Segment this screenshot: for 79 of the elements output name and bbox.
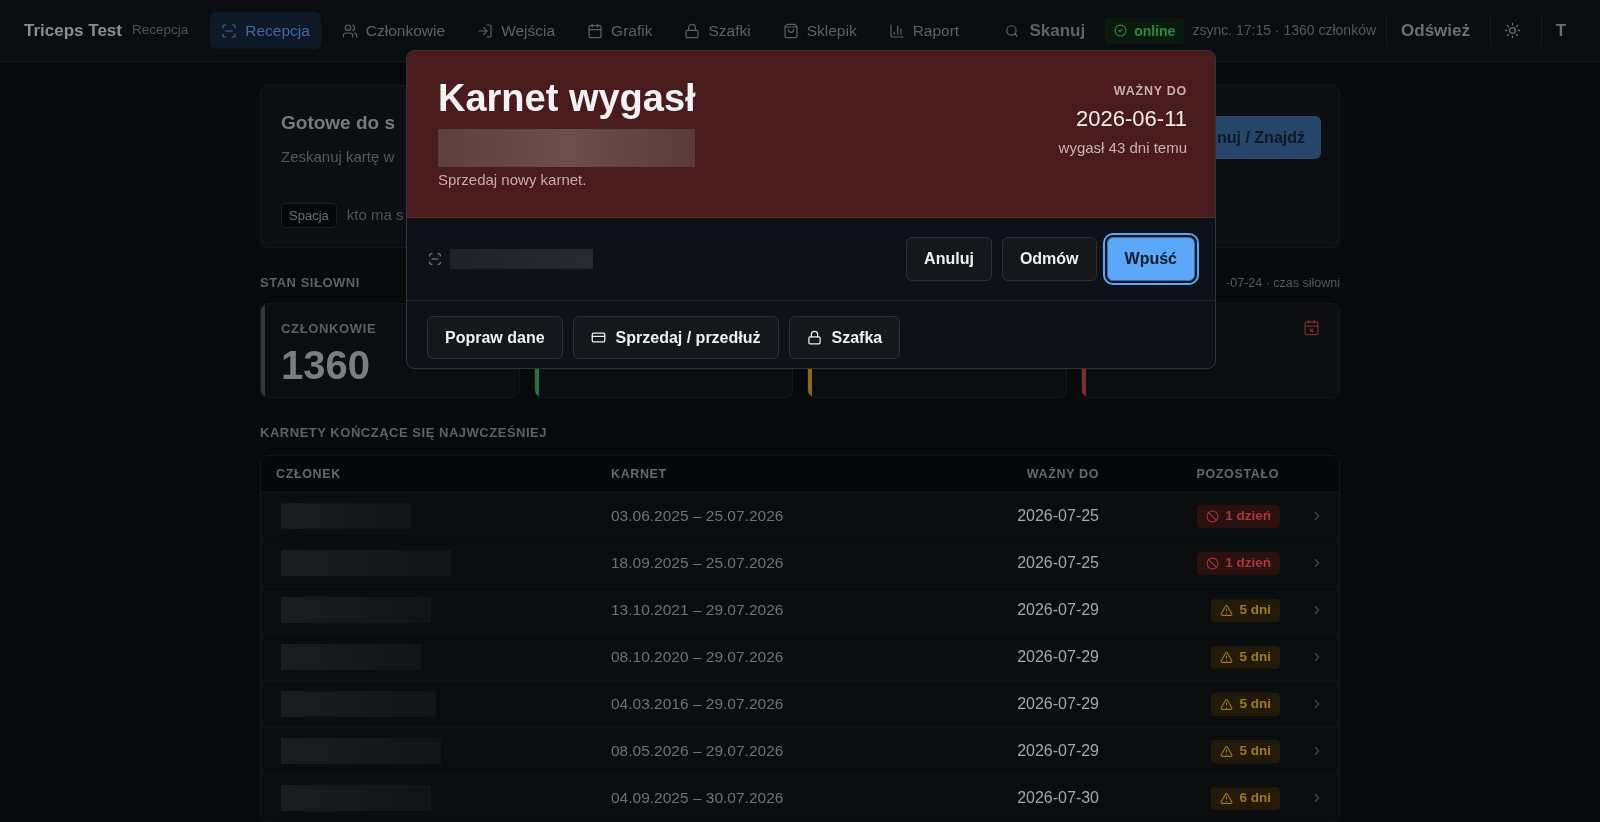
card-title: Gotowe do s — [281, 111, 395, 135]
login-arrow-icon — [477, 22, 494, 39]
column-header: POZOSTAŁO — [1195, 465, 1280, 483]
scan-icon — [428, 252, 442, 266]
lock-icon — [806, 330, 822, 345]
bar-chart-icon — [888, 22, 905, 39]
expired-ago-text: wygasł 43 dni temu — [1058, 138, 1187, 158]
dialog-title: Karnet wygasł — [438, 76, 696, 120]
remaining-days-text: 5 dni — [1239, 650, 1271, 664]
sync-info: zsync. 17:15 · 1360 członków — [1192, 21, 1377, 40]
valid-until-label: WAŻNY DO — [1113, 83, 1187, 99]
table-cell-text: 2026-07-29 — [1016, 647, 1100, 667]
table-cell-text: 08.10.2020 – 29.07.2026 — [610, 647, 785, 668]
table-cell-text: 2026-07-25 — [1016, 506, 1100, 526]
section-heading: KARNETY KOŃCZĄCE SIĘ NAJWCZEŚNIEJ — [260, 424, 548, 443]
warning-icon — [1220, 744, 1234, 758]
valid-until-date: 2026-06-11 — [1076, 105, 1187, 133]
scan-icon — [221, 22, 238, 39]
table-cell-text: 13.10.2021 – 29.07.2026 — [610, 600, 785, 621]
warning-icon — [1220, 791, 1234, 805]
search-icon — [1005, 23, 1020, 38]
table-cell-text: 2026-07-25 — [1016, 553, 1100, 573]
dialog-button[interactable]: Anuluj — [906, 237, 992, 281]
table-cell-text: 2026-07-29 — [1016, 600, 1100, 620]
lock-icon — [684, 22, 701, 39]
tool-button[interactable]: Popraw dane — [427, 316, 563, 359]
remaining-days-text: 5 dni — [1239, 697, 1271, 711]
card-subtitle: Zeskanuj kartę w — [281, 147, 395, 167]
card-icon — [590, 330, 606, 345]
section-heading: STAN SIŁOWNI — [260, 274, 360, 293]
stat-label: CZŁONKOWIE — [281, 321, 377, 337]
tool-button[interactable]: Szafka — [788, 316, 901, 359]
tool-button[interactable]: Sprzedaj / przedłuż — [572, 316, 779, 359]
table-cell-text: 08.05.2026 – 29.07.2026 — [610, 741, 785, 762]
calendar-icon — [587, 22, 604, 39]
nav-tab[interactable]: Sklepik — [771, 12, 868, 49]
ban-icon — [1206, 556, 1220, 570]
status-label: online — [1134, 23, 1176, 38]
shortcut-hint: kto ma s — [346, 205, 404, 226]
remaining-days-text: 6 dni — [1239, 791, 1271, 805]
app-title: Triceps Test — [24, 19, 122, 42]
column-header: CZŁONEK — [275, 465, 342, 483]
column-header: WAŻNY DO — [1025, 465, 1100, 483]
section-note: -07-24 · czas siłowni — [1226, 274, 1340, 292]
stat-value: 1360 — [281, 344, 371, 386]
table-cell-text: 18.09.2025 – 25.07.2026 — [610, 553, 785, 574]
warning-icon — [1220, 650, 1234, 664]
table-cell-text: 2026-07-30 — [1016, 788, 1100, 808]
column-header: KARNET — [610, 465, 668, 483]
check-circle-icon — [1114, 24, 1128, 37]
warning-icon — [1220, 603, 1234, 617]
nav-tab[interactable]: Raport — [877, 12, 971, 49]
sun-icon — [1503, 22, 1521, 39]
bag-icon — [782, 22, 799, 39]
nav-tab[interactable]: Szafki — [673, 12, 762, 49]
nav-tab[interactable]: Grafik — [576, 12, 664, 49]
users-icon — [341, 22, 358, 39]
table-cell-text: 04.03.2016 – 29.07.2026 — [610, 694, 785, 715]
table-cell-text: 04.09.2025 – 30.07.2026 — [610, 788, 785, 809]
nav-tab[interactable]: Wejścia — [466, 12, 567, 49]
table-cell-text: 03.06.2025 – 25.07.2026 — [610, 506, 785, 527]
refresh-button[interactable]: Odśwież — [1399, 12, 1472, 49]
remaining-days-text: 5 dni — [1239, 603, 1271, 617]
calendar-x-icon — [1303, 319, 1320, 336]
remaining-days-text: 1 dzień — [1225, 509, 1271, 523]
dialog-button[interactable]: Odmów — [1001, 237, 1097, 281]
context-label: Recepcja — [131, 21, 189, 40]
nav-tab[interactable]: Recepcja — [210, 12, 321, 49]
keyboard-key: Spacja — [281, 203, 337, 228]
warning-icon — [1220, 697, 1234, 711]
scan-find-button[interactable]: nuj / Znajdź — [1215, 116, 1321, 159]
table-cell-text: 2026-07-29 — [1016, 694, 1100, 714]
scan-button[interactable]: Skanuj — [1001, 12, 1090, 49]
remaining-days-text: 5 dni — [1239, 744, 1271, 758]
dialog-message: Sprzedaj nowy karnet. — [438, 170, 587, 190]
nav-tab[interactable]: Członkowie — [330, 12, 457, 49]
ban-icon — [1206, 509, 1220, 523]
remaining-days-text: 1 dzień — [1225, 556, 1271, 570]
table-cell-text: 2026-07-29 — [1016, 741, 1100, 761]
